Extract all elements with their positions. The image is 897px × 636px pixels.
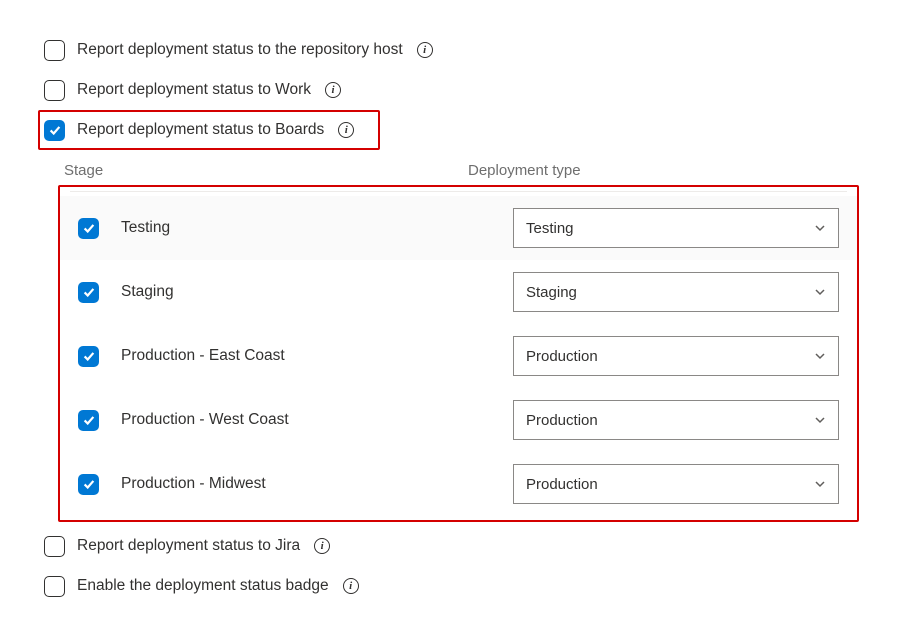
info-icon[interactable]: i [314,538,330,554]
stages-section: Stage Deployment type Testing Testing St… [58,154,859,522]
info-icon[interactable]: i [417,42,433,58]
dropdown-value: Staging [526,284,577,301]
chevron-down-icon [814,350,826,362]
checkbox-work[interactable] [44,80,65,101]
info-icon[interactable]: i [343,578,359,594]
dropdown-value: Production [526,348,598,365]
divider [70,191,847,192]
stage-name: Production - West Coast [121,411,491,429]
stage-name: Staging [121,283,491,301]
deployment-type-dropdown[interactable]: Testing [513,208,839,248]
checkbox-stage[interactable] [78,282,99,303]
checkbox-stage[interactable] [78,410,99,431]
option-row-badge: Enable the deployment status badge i [38,566,859,606]
deployment-type-dropdown[interactable]: Production [513,400,839,440]
checkbox-repo-host[interactable] [44,40,65,61]
chevron-down-icon [814,478,826,490]
table-row: Testing Testing [60,196,857,260]
deployment-type-dropdown[interactable]: Production [513,336,839,376]
checkbox-stage[interactable] [78,346,99,367]
info-icon[interactable]: i [325,82,341,98]
info-icon[interactable]: i [338,122,354,138]
column-header-deployment-type: Deployment type [468,162,859,179]
dropdown-value: Production [526,476,598,493]
checkbox-stage[interactable] [78,474,99,495]
table-row: Production - Midwest Production [60,452,857,516]
stage-name: Production - Midwest [121,475,491,493]
deployment-type-dropdown[interactable]: Staging [513,272,839,312]
checkbox-stage[interactable] [78,218,99,239]
checkbox-badge[interactable] [44,576,65,597]
option-label-badge: Enable the deployment status badge [77,577,329,595]
column-header-stage: Stage [58,162,468,179]
table-row: Production - West Coast Production [60,388,857,452]
option-label-boards: Report deployment status to Boards [77,121,324,139]
stages-table-body: Testing Testing Staging Staging Producti… [58,185,859,522]
chevron-down-icon [814,222,826,234]
stage-name: Production - East Coast [121,347,491,365]
option-row-boards: Report deployment status to Boards i [38,110,380,150]
option-row-repo-host: Report deployment status to the reposito… [38,30,859,70]
table-header-row: Stage Deployment type [58,154,859,185]
checkbox-boards[interactable] [44,120,65,141]
option-row-work: Report deployment status to Work i [38,70,859,110]
chevron-down-icon [814,286,826,298]
option-label-jira: Report deployment status to Jira [77,537,300,555]
stage-name: Testing [121,219,491,237]
option-row-jira: Report deployment status to Jira i [38,526,859,566]
option-label-repo-host: Report deployment status to the reposito… [77,41,403,59]
table-row: Production - East Coast Production [60,324,857,388]
option-label-work: Report deployment status to Work [77,81,311,99]
deployment-type-dropdown[interactable]: Production [513,464,839,504]
chevron-down-icon [814,414,826,426]
checkbox-jira[interactable] [44,536,65,557]
dropdown-value: Production [526,412,598,429]
table-row: Staging Staging [60,260,857,324]
dropdown-value: Testing [526,220,574,237]
